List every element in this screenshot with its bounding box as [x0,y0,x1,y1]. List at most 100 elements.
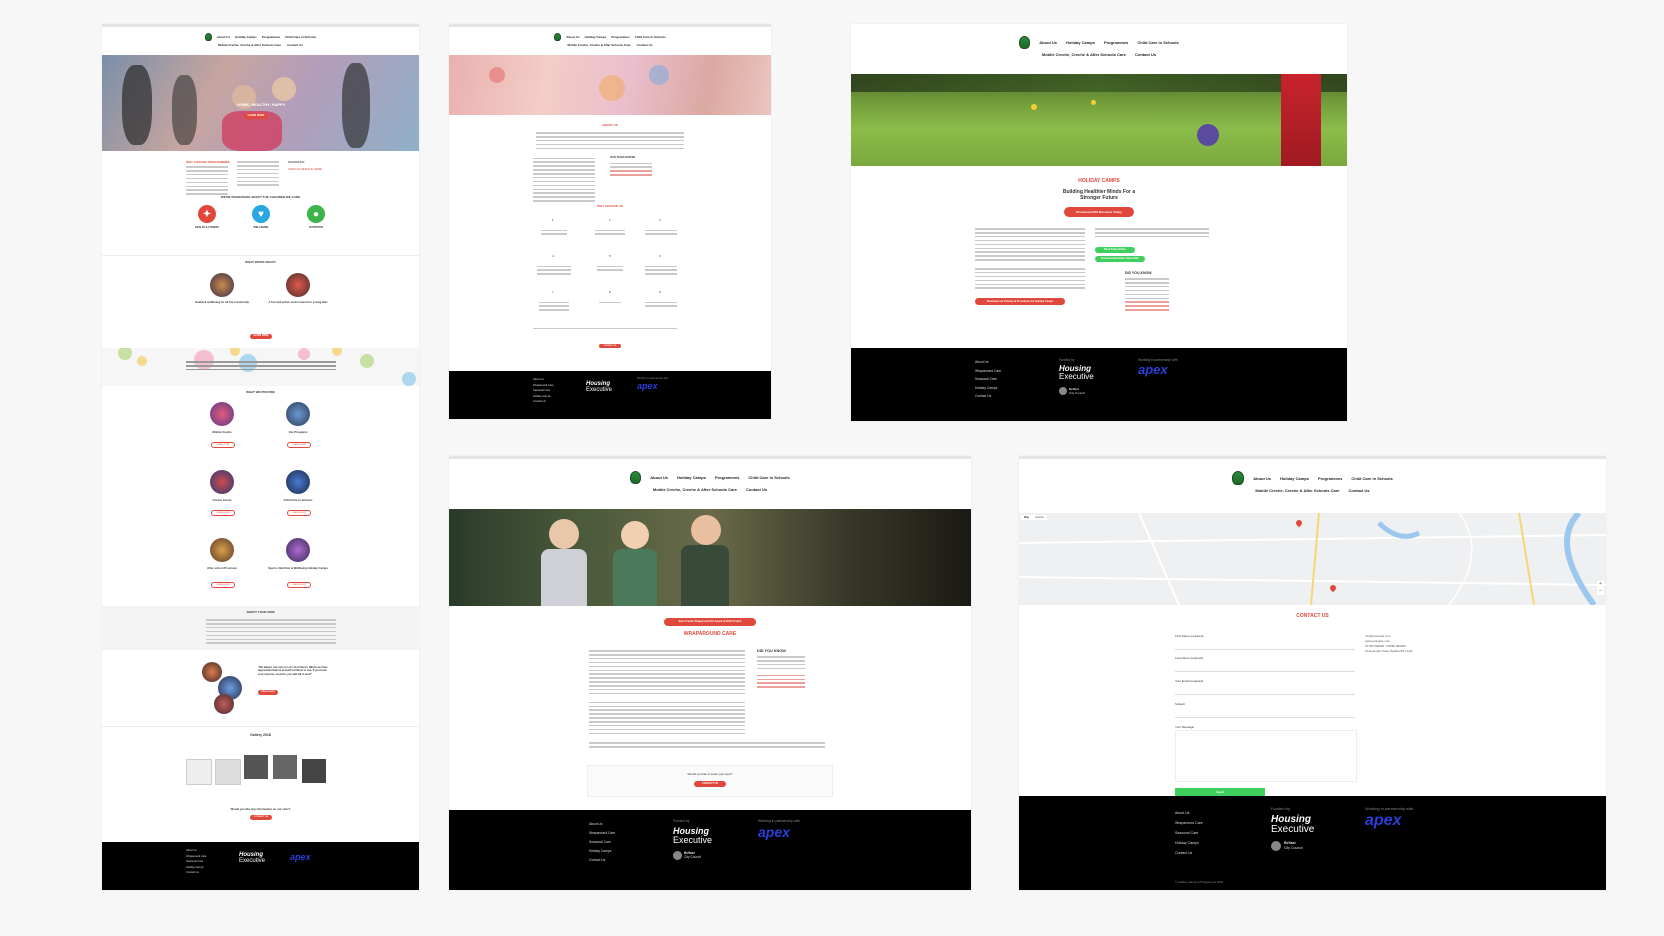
footer: About Us Wraparound Care Seasonal Care H… [1019,796,1606,890]
newsletter-button[interactable]: Download Newsletter Sheet 2018 [1095,256,1145,262]
nav-holiday[interactable]: Holiday Camps [235,35,257,39]
site-logo[interactable] [1019,36,1031,49]
nav-mobile[interactable]: Mobile Creche, Creche & After Schools Ca… [653,487,737,492]
footer-link[interactable]: Contact Us [589,856,615,865]
nav-about[interactable]: About Us [1039,40,1057,45]
nav-contact[interactable]: Contact Us [637,43,653,47]
offer-button[interactable]: LEARN MORE [211,582,235,588]
nav-mobile[interactable]: Mobile Creche, Creche & After Schools Ca… [568,43,631,47]
footer-link[interactable]: Holiday Camps [589,847,615,856]
nav-programmes[interactable]: Programmes [262,35,280,39]
nav-childcare[interactable]: Child Care in Schools [635,35,666,39]
email-field[interactable] [1175,684,1355,695]
footer-link[interactable]: About Us [589,820,615,829]
offer-button[interactable]: LEARN MORE [211,510,235,516]
offer-button[interactable]: LEARN MORE [287,510,311,516]
nav-programmes[interactable]: Programmes [611,35,629,39]
nav-about[interactable]: About Us [566,35,579,39]
nav-childcare[interactable]: Child Care in Schools [285,35,316,39]
site-logo[interactable] [630,471,642,484]
nav-holiday[interactable]: Holiday Camps [1066,40,1095,45]
offer-button[interactable]: LEARN MORE [287,442,311,448]
last-name-field[interactable] [1175,661,1355,672]
site-logo[interactable] [204,33,212,41]
about-contact-button[interactable]: CONTACT US [599,344,621,349]
footer-link[interactable]: Wraparound Care [975,367,1001,376]
footer-link[interactable]: Contact Us [186,870,207,876]
nav-about[interactable]: About Us [217,35,230,39]
footer: About Us Wraparound Care Seasonal Care H… [102,842,419,890]
policies-button[interactable]: Download our Policies & Procedures for H… [975,298,1065,305]
nav-programmes[interactable]: Programmes [715,475,739,480]
what-button[interactable]: LEARN MORE [250,334,272,339]
gallery-thumb[interactable] [244,755,268,779]
cta-button[interactable]: CONTACT US [250,815,272,820]
footer-link[interactable]: Seasonal Care [1175,828,1203,838]
footer-links: About Us Wraparound Care Seasonal Care H… [975,358,1001,401]
offer-button[interactable]: LEARN MORE [287,582,311,588]
footer-link[interactable]: About Us [1175,808,1203,818]
nav-mobile[interactable]: Mobile Creche, Creche & After Schools Ca… [1042,52,1126,57]
zoom-control[interactable]: + − [1597,581,1604,595]
nav-holiday[interactable]: Holiday Camps [1280,476,1309,481]
nav-programmes[interactable]: Programmes [1104,40,1128,45]
nav-about[interactable]: About Us [650,475,668,480]
hero-figure [342,63,370,148]
aims-text [206,618,336,645]
site-logo[interactable] [554,33,562,41]
offer-button[interactable]: LEARN MORE [211,442,235,448]
footer-link[interactable]: Holiday Camps [975,384,1001,393]
subject-field[interactable] [1175,707,1355,718]
nav-holiday[interactable]: Holiday Camps [677,475,706,480]
book-online-button[interactable]: Book Today Online [1095,247,1135,253]
map-type-toggle: Map Satellite [1021,515,1047,520]
schedule-link[interactable]: VIEW SCHEDULE HERE [288,167,322,171]
nav-childcare[interactable]: Child Care in Schools [1351,476,1392,481]
brochure-button[interactable]: Download 2018 Brochure Today [1064,207,1134,217]
nav-holiday[interactable]: Holiday Camps [585,35,607,39]
wrap-text [589,649,745,735]
nav-about[interactable]: About Us [1253,476,1271,481]
first-name-field[interactable] [1175,639,1355,650]
nav-mobile[interactable]: Mobile Creche, Creche & After Schools Ca… [218,43,281,47]
nav-mobile[interactable]: Mobile Creche, Creche & After Schools Ca… [1255,488,1339,493]
footer-link[interactable]: Seasonal Care [975,375,1001,384]
intro-section: WHY CHOOSE PROGRAMMES SCHEDULE VIEW SCHE… [102,151,419,195]
main-nav: About Us Holiday Camps Programmes Child … [102,27,419,55]
gallery-thumb[interactable] [215,759,241,785]
about-photo [210,273,234,297]
footer-link[interactable]: About Us [975,358,1001,367]
footer-link[interactable]: Holiday Camps [1175,838,1203,848]
partner-label: Working in partnership with [637,377,669,380]
nav-contact[interactable]: Contact Us [1348,488,1369,493]
gallery-thumb[interactable] [273,755,297,779]
nav-childcare[interactable]: Child Care in Schools [1137,40,1178,45]
hero-button[interactable]: LEARN MORE [244,113,268,119]
nav-childcare[interactable]: Child Care in Schools [748,475,789,480]
footer-link[interactable]: Contact Us [1175,848,1203,858]
council-crest-icon [1271,841,1281,851]
map[interactable]: Map Satellite + − [1019,513,1606,605]
gallery-thumb[interactable] [186,759,212,785]
nav-contact[interactable]: Contact Us [287,43,303,47]
why-text [595,228,625,236]
what-item: Health & wellbeing for all the community [195,300,249,304]
footer-link[interactable]: Contact Us [533,399,554,405]
message-field[interactable] [1175,730,1357,782]
send-button[interactable]: Send [1175,788,1265,796]
offer-title: After-school Provision [207,566,237,570]
site-logo[interactable] [1232,471,1245,485]
map-button[interactable]: Map [1021,515,1032,520]
footer-link[interactable]: Wraparound Care [589,829,615,838]
nav-programmes[interactable]: Programmes [1318,476,1342,481]
footer-link[interactable]: Wraparound Care [1175,818,1203,828]
satellite-button[interactable]: Satellite [1032,515,1047,520]
footer-link[interactable]: Seasonal Care [589,838,615,847]
footer-link[interactable]: Contact Us [975,392,1001,401]
testimonial-button[interactable]: READ MORE [258,690,278,695]
wrap-cta-button[interactable]: CONTACT US [694,781,726,787]
nav-contact[interactable]: Contact Us [1135,52,1156,57]
nav-contact[interactable]: Contact Us [746,487,767,492]
gallery-thumb[interactable] [302,759,326,783]
why-footnote [533,326,677,330]
